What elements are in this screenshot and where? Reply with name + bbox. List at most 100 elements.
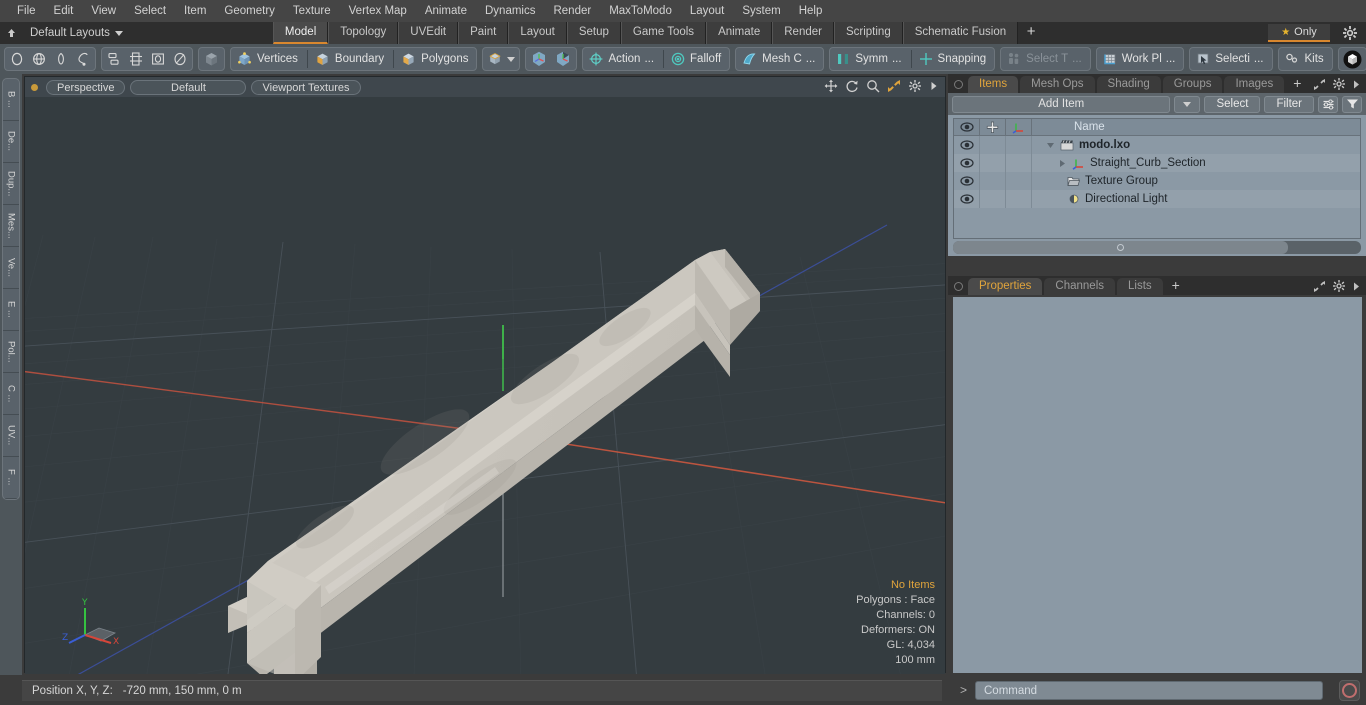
list-options-icon[interactable] <box>1318 95 1338 113</box>
menu-render[interactable]: Render <box>544 1 600 21</box>
left-tab-vertex[interactable]: Ve... <box>3 247 19 289</box>
symmetry-button[interactable]: Symm ... <box>831 48 908 70</box>
menu-layout[interactable]: Layout <box>681 1 734 21</box>
select-through-button[interactable]: Select T ... <box>1002 48 1089 70</box>
layout-tab-schematic-fusion[interactable]: Schematic Fusion <box>902 22 1019 44</box>
menu-vertex-map[interactable]: Vertex Map <box>340 1 416 21</box>
table-row[interactable]: Directional Light <box>954 190 1360 208</box>
row-lock-cell[interactable] <box>980 190 1006 208</box>
layout-tab-paint[interactable]: Paint <box>458 22 509 44</box>
row-visibility-toggle[interactable] <box>954 154 980 172</box>
falloff-cross-icon[interactable] <box>125 48 147 70</box>
menu-item[interactable]: Item <box>175 1 215 21</box>
tab-groups[interactable]: Groups <box>1162 76 1223 93</box>
menu-select[interactable]: Select <box>125 1 175 21</box>
vertices-mode[interactable]: Vertices <box>232 48 305 70</box>
tab-lists[interactable]: Lists <box>1117 278 1163 295</box>
menu-geometry[interactable]: Geometry <box>215 1 284 21</box>
collapsed-triangle-icon[interactable] <box>1058 159 1067 168</box>
add-layout-tab-button[interactable]: + <box>1018 22 1044 44</box>
menu-system[interactable]: System <box>733 1 789 21</box>
mesh-constraint-button[interactable]: Mesh C ... <box>737 48 822 70</box>
menu-view[interactable]: View <box>82 1 125 21</box>
item-tree-horizontal-scrollbar[interactable] <box>953 241 1361 254</box>
circle-select-icon[interactable] <box>6 48 28 70</box>
add-panel-tab-button[interactable]: + <box>1286 76 1308 93</box>
menu-edit[interactable]: Edit <box>45 1 83 21</box>
snapping-button[interactable]: Snapping <box>914 48 994 70</box>
selection-set-button[interactable]: Selecti ... <box>1191 48 1270 70</box>
only-button[interactable]: ★ Only <box>1268 24 1330 42</box>
row-transform-cell[interactable] <box>1006 172 1032 190</box>
action-center-axis-icon[interactable] <box>527 48 551 70</box>
gear-icon[interactable] <box>908 79 922 93</box>
viewport-menu-dot-icon[interactable] <box>31 83 38 91</box>
tab-images[interactable]: Images <box>1224 76 1285 93</box>
gear-icon[interactable] <box>1332 77 1346 91</box>
tree-item-curb-section[interactable]: Straight_Curb_Section <box>1032 157 1206 170</box>
table-row[interactable]: Straight_Curb_Section <box>954 154 1360 172</box>
row-transform-cell[interactable] <box>1006 154 1032 172</box>
tab-mesh-ops[interactable]: Mesh Ops <box>1020 76 1095 93</box>
tree-item-scene[interactable]: modo.lxo <box>1032 139 1130 151</box>
funnel-icon[interactable] <box>1342 95 1362 113</box>
chevron-down-icon[interactable] <box>507 56 516 62</box>
left-tab-duplicate[interactable]: Dup... <box>3 163 19 205</box>
maximize-arrows-icon[interactable] <box>887 79 901 93</box>
layout-tab-topology[interactable]: Topology <box>328 22 399 44</box>
gear-icon[interactable] <box>1332 279 1346 293</box>
table-row[interactable]: Texture Group <box>954 172 1360 190</box>
left-tab-mesh-edit[interactable]: Mes... <box>3 205 19 247</box>
expand-arrows-icon[interactable] <box>1313 280 1326 293</box>
falloff-linear-icon[interactable] <box>103 48 125 70</box>
lasso-select-icon[interactable] <box>72 48 94 70</box>
tab-items[interactable]: Items <box>968 76 1019 93</box>
viewport-3d-canvas[interactable]: Y X Z No Items Polygons : Face Channels:… <box>25 97 945 674</box>
zoom-magnifier-icon[interactable] <box>866 79 880 93</box>
command-input[interactable]: Command <box>975 681 1323 700</box>
left-tab-uv[interactable]: UV... <box>3 415 19 457</box>
row-visibility-toggle[interactable] <box>954 136 980 154</box>
home-arrow-icon[interactable] <box>0 22 22 44</box>
scrollbar-thumb[interactable] <box>953 241 1288 254</box>
left-tab-curve[interactable]: C ... <box>3 373 19 415</box>
boundary-mode[interactable]: Boundary <box>310 48 391 70</box>
work-plane-button[interactable]: Work Pl ... <box>1098 48 1183 70</box>
left-tab-edge[interactable]: E ... <box>3 289 19 331</box>
chevron-right-icon[interactable] <box>1352 79 1361 90</box>
items-mode-button[interactable] <box>198 47 225 71</box>
globe-select-icon[interactable] <box>28 48 50 70</box>
layout-tab-model[interactable]: Model <box>272 22 329 44</box>
viewport-view-mode[interactable]: Perspective <box>46 79 126 95</box>
layout-tab-layout[interactable]: Layout <box>508 22 567 44</box>
menu-maxtomodo[interactable]: MaxToModo <box>600 1 681 21</box>
viewport-display-mode[interactable]: Viewport Textures <box>251 79 361 95</box>
left-tab-basic[interactable]: B ... <box>3 79 19 121</box>
row-lock-cell[interactable] <box>980 172 1006 190</box>
layout-tab-setup[interactable]: Setup <box>566 22 621 44</box>
tab-shading[interactable]: Shading <box>1096 76 1161 93</box>
add-item-button[interactable]: Add Item <box>952 95 1171 113</box>
gear-icon[interactable] <box>1342 25 1358 41</box>
layout-tab-uvedit[interactable]: UVEdit <box>398 22 459 44</box>
left-tab-falloff[interactable]: F ... <box>3 457 19 499</box>
row-lock-cell[interactable] <box>980 136 1006 154</box>
paint-select-icon[interactable] <box>50 48 72 70</box>
filter-button[interactable]: Filter <box>1264 95 1314 113</box>
tab-properties[interactable]: Properties <box>968 278 1043 295</box>
cube-menu-button[interactable] <box>482 47 521 71</box>
action-center-button[interactable]: Action ... <box>584 48 661 70</box>
layout-tab-game-tools[interactable]: Game Tools <box>620 22 707 44</box>
polygons-mode[interactable]: Polygons <box>396 48 475 70</box>
left-tab-deform[interactable]: De... <box>3 121 19 163</box>
rotate-icon[interactable] <box>845 79 859 93</box>
layout-tab-animate[interactable]: Animate <box>706 22 773 44</box>
expand-arrows-icon[interactable] <box>1313 78 1326 91</box>
add-properties-tab-button[interactable]: + <box>1165 278 1187 295</box>
row-transform-cell[interactable] <box>1006 136 1032 154</box>
table-row[interactable]: modo.lxo <box>954 136 1360 154</box>
left-tab-polygon[interactable]: Pol... <box>3 331 19 373</box>
chevron-right-icon[interactable] <box>929 80 939 92</box>
panel-menu-dot-icon[interactable] <box>954 80 963 89</box>
falloff-ellipse-icon[interactable] <box>169 48 191 70</box>
